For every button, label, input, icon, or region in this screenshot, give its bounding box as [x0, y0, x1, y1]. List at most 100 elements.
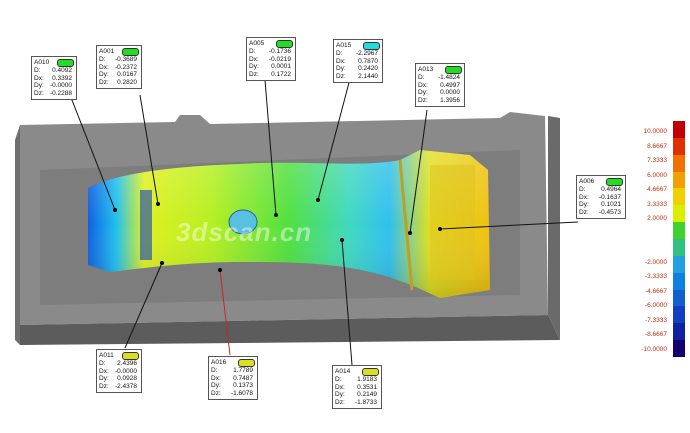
row-value: -1.4824 — [437, 74, 460, 81]
callout-row: D: 0.4092 — [34, 67, 74, 75]
row-key: D: — [211, 367, 218, 374]
color-scale-segment — [673, 222, 685, 240]
callout-header: A005 — [249, 39, 293, 48]
callout-header: A014 — [335, 367, 379, 376]
row-value: 0.0000 — [440, 89, 460, 97]
row-key: Dy: — [335, 391, 345, 399]
callout-row: Dy: 0.0001 — [249, 63, 293, 71]
row-value: 0.4092 — [52, 67, 72, 74]
callout-a005[interactable]: A005 D: -0.1736 Dx: -0.0219 Dy: 0.0001 Dz: 0.172… — [246, 37, 296, 82]
color-scale-segment — [673, 289, 685, 307]
row-value: -0.0219 — [268, 55, 291, 63]
callout-a014[interactable]: A014 D: 1.9183 Dx: 0.3531 Dy: 0.2149 Dz: -1.8733 — [332, 365, 382, 410]
row-value: -1.8733 — [354, 398, 377, 406]
row-key: Dz: — [34, 89, 44, 97]
callout-id: A001 — [99, 47, 115, 55]
row-value: 0.7870 — [358, 57, 378, 65]
row-value: 0.7487 — [233, 374, 253, 382]
status-pill-icon — [363, 41, 380, 50]
color-scale-tick-label: 8.6667 — [647, 143, 667, 150]
callout-row: Dy: 0.0000 — [418, 89, 462, 97]
row-value: 0.0928 — [117, 375, 137, 383]
row-value: -0.4573 — [598, 208, 621, 216]
row-value: -2.2967 — [355, 50, 378, 57]
row-key: Dx: — [211, 374, 221, 382]
callout-a016[interactable]: A016 D: 1.7789 Dx: 0.7487 Dy: 0.1373 Dz: -1.6078 — [208, 356, 258, 401]
color-scale-tick-label: -8.6667 — [644, 331, 667, 338]
callout-a011[interactable]: A011 D: 2.4396 Dx: -0.0000 Dy: 0.0928 Dz: -2.437… — [96, 349, 142, 394]
row-value: 0.0001 — [271, 63, 291, 71]
status-pill-icon — [238, 358, 255, 367]
callout-row: Dz: -2.4378 — [99, 383, 139, 391]
color-scale-tick-label: 7.3333 — [647, 157, 667, 164]
callout-row: Dz: 1.3956 — [418, 97, 462, 105]
row-value: 0.2149 — [357, 391, 377, 399]
row-value: 2.4396 — [117, 360, 137, 367]
status-pill-icon — [57, 58, 74, 67]
callout-a006[interactable]: A006 D: 0.4964 Dx: -0.1637 Dy: 0.1021 Dz: -0.457… — [576, 175, 626, 220]
color-scale-tick-label: 4.6667 — [647, 186, 667, 193]
status-pill-icon — [362, 367, 379, 376]
row-key: Dz: — [336, 72, 346, 80]
callout-id: A005 — [249, 39, 265, 47]
color-scale-segment — [673, 255, 685, 274]
callout-row: Dx: 0.3531 — [335, 384, 379, 392]
row-value: -0.2288 — [49, 89, 72, 97]
callout-header: A013 — [418, 65, 462, 74]
row-key: Dz: — [249, 70, 259, 78]
row-key: Dy: — [211, 382, 221, 390]
callout-row: Dz: -1.6078 — [211, 390, 255, 398]
color-scale-tick-label: -4.6667 — [644, 288, 667, 295]
row-value: 1.7789 — [233, 367, 253, 374]
callout-row: Dz: 0.2820 — [99, 79, 139, 87]
row-key: Dx: — [335, 383, 345, 391]
row-key: D: — [579, 186, 586, 193]
callout-a015[interactable]: A015 D: -2.2967 Dx: 0.7870 Dy: 0.2420 Dz: 2.1440 — [333, 39, 383, 84]
callout-row: D: 1.9183 — [335, 376, 379, 384]
row-key: Dz: — [99, 382, 109, 390]
callout-header: A001 — [99, 47, 139, 56]
callout-row: Dx: 0.7870 — [336, 58, 380, 66]
row-key: D: — [335, 376, 342, 383]
callout-a013[interactable]: A013 D: -1.4824 Dx: 0.4997 Dy: 0.0000 Dz: 1.3956 — [415, 63, 465, 108]
callout-row: D: -0.3689 — [99, 56, 139, 64]
callout-row: Dx: 0.7487 — [211, 375, 255, 383]
color-scale-segment — [673, 340, 685, 358]
row-value: 0.1373 — [233, 382, 253, 390]
callout-header: A011 — [99, 351, 139, 360]
callout-row: Dy: -0.0000 — [34, 82, 74, 90]
color-scale-bar[interactable] — [673, 121, 685, 358]
callout-header: A010 — [34, 58, 74, 67]
color-scale-segment — [673, 205, 685, 223]
callout-id: A011 — [99, 351, 114, 359]
callout-a010[interactable]: A010 D: 0.4092 Dx: 0.3392 Dy: -0.0000 Dz: -0.228… — [31, 56, 77, 101]
row-value: -0.1637 — [598, 193, 621, 201]
color-scale-segment — [673, 121, 685, 139]
row-key: Dx: — [34, 74, 44, 82]
callout-row: D: -1.4824 — [418, 74, 462, 82]
row-key: Dz: — [99, 78, 109, 86]
row-value: 0.2420 — [358, 65, 378, 73]
row-value: 1.9183 — [357, 376, 377, 383]
callout-id: A014 — [335, 367, 351, 375]
row-key: Dx: — [99, 63, 109, 71]
color-scale-segment — [673, 306, 685, 324]
color-scale-tick-label: -7.3333 — [644, 317, 667, 324]
row-value: -2.4378 — [114, 382, 137, 390]
callout-row: D: -0.1736 — [249, 48, 293, 56]
callout-row: Dx: -0.1637 — [579, 194, 623, 202]
row-key: Dx: — [99, 367, 109, 375]
row-value: 0.1021 — [601, 201, 621, 209]
color-scale-segment — [673, 239, 685, 257]
row-key: Dz: — [418, 96, 428, 104]
color-scale-segment — [673, 272, 685, 291]
row-value: -0.2372 — [114, 63, 137, 71]
callout-a001[interactable]: A001 D: -0.3689 Dx: -0.2372 Dy: 0.0167 Dz: 0.282… — [96, 45, 142, 90]
callout-header: A016 — [211, 358, 255, 367]
callout-header: A015 — [336, 41, 380, 50]
color-scale-segment — [673, 323, 685, 341]
row-value: -0.3689 — [114, 56, 137, 63]
color-scale-segment — [673, 154, 685, 173]
color-scale-tick-label: 2.0000 — [647, 215, 667, 222]
callout-row: Dy: 0.2420 — [336, 65, 380, 73]
